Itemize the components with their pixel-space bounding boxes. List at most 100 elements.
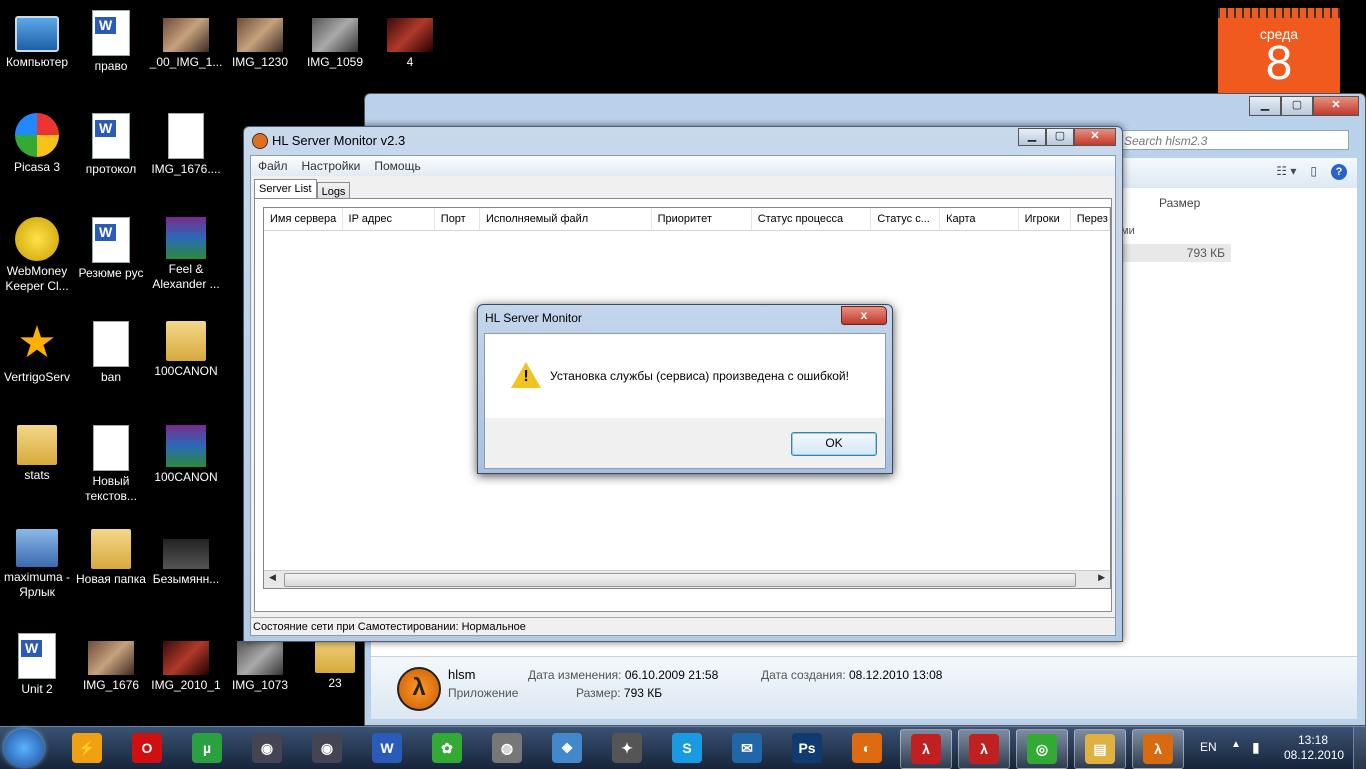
- taskbar-button[interactable]: ◉: [242, 729, 292, 767]
- desktop-icon[interactable]: Резюме рус: [74, 217, 148, 281]
- desktop-icon[interactable]: IMG_1230: [223, 10, 297, 70]
- details-created: Дата создания: 08.12.2010 13:08: [761, 668, 942, 682]
- file-size-cell[interactable]: 793 КБ: [1121, 244, 1231, 262]
- maximize-button[interactable]: ▢: [1281, 96, 1313, 116]
- menu-help[interactable]: Помощь: [374, 156, 420, 176]
- menu-file[interactable]: Файл: [258, 156, 288, 176]
- desktop-icon[interactable]: Picasa 3: [0, 113, 74, 175]
- details-created-value: 08.12.2010 13:08: [849, 668, 943, 682]
- ok-button[interactable]: OK: [791, 432, 877, 456]
- desktop-icon[interactable]: Новый текстов...: [74, 425, 148, 504]
- column-header[interactable]: Статус с...: [871, 208, 941, 230]
- desktop-icon-label: stats: [24, 468, 50, 482]
- taskbar-button[interactable]: λ: [1132, 729, 1184, 769]
- desktop-icon[interactable]: Новая папка: [74, 529, 148, 587]
- calendar-gadget[interactable]: среда 8: [1218, 8, 1340, 98]
- desktop-icon[interactable]: Компьютер: [0, 10, 74, 70]
- photo-icon: [237, 641, 283, 675]
- close-button[interactable]: ✕: [1074, 128, 1116, 146]
- taskbar-button[interactable]: ✿: [422, 729, 472, 767]
- taskbar-button[interactable]: S: [662, 729, 712, 767]
- desktop-icon[interactable]: stats: [0, 425, 74, 483]
- utorrent-icon: µ: [192, 733, 222, 763]
- desktop-icon-label: _00_IMG_1...: [149, 55, 223, 69]
- preview-pane-icon[interactable]: ▯: [1310, 164, 1317, 180]
- column-header[interactable]: Исполняемый файл: [480, 208, 652, 230]
- taskbar-button[interactable]: λ: [900, 729, 952, 769]
- tray-network-icon[interactable]: ▮: [1252, 739, 1260, 756]
- explorer-caption-buttons: ▁ ▢ ✕: [1249, 96, 1359, 116]
- desktop-icon[interactable]: IMG_1059: [298, 10, 372, 70]
- details-size-label: Размер:: [576, 686, 621, 700]
- desktop-icon[interactable]: WebMoney Keeper Cl...: [0, 217, 74, 294]
- desktop-icon-label: Picasa 3: [13, 160, 61, 174]
- icq-icon: ✿: [432, 733, 462, 763]
- column-header[interactable]: IP адрес: [343, 208, 435, 230]
- maximize-button[interactable]: ▢: [1046, 128, 1074, 146]
- close-button[interactable]: ✕: [1313, 96, 1359, 116]
- taskbar-button[interactable]: ▤: [1074, 729, 1126, 769]
- taskbar-button[interactable]: Ps: [782, 729, 832, 767]
- column-header[interactable]: Имя сервера: [264, 208, 343, 230]
- column-header-size[interactable]: Размер: [1159, 196, 1200, 210]
- desktop-icon-label: Безымянн...: [152, 572, 220, 586]
- taskbar-button[interactable]: ◉: [302, 729, 352, 767]
- view-options-icon[interactable]: ☷ ▾: [1276, 164, 1296, 180]
- desktop-icon[interactable]: _00_IMG_1...: [149, 10, 223, 70]
- language-indicator[interactable]: EN: [1200, 740, 1217, 754]
- desktop-icon[interactable]: maximuma - Ярлык: [0, 529, 74, 600]
- desktop-icon[interactable]: 100CANON: [149, 425, 223, 485]
- desktop-icon[interactable]: IMG_2010_1: [149, 633, 223, 693]
- taskbar-button[interactable]: ✉: [722, 729, 772, 767]
- scrollbar-thumb[interactable]: [284, 573, 1076, 587]
- desktop-icon[interactable]: 100CANON: [149, 321, 223, 379]
- clock[interactable]: 13:18 08.12.2010: [1284, 733, 1344, 763]
- tab-server-list[interactable]: Server List: [254, 179, 317, 199]
- menu-settings[interactable]: Настройки: [302, 156, 361, 176]
- taskbar-button[interactable]: ✦: [602, 729, 652, 767]
- column-header[interactable]: Игроки: [1019, 208, 1071, 230]
- search-input[interactable]: Search hlsm2.3: [1119, 130, 1349, 150]
- desktop-icon[interactable]: Feel & Alexander ...: [149, 217, 223, 292]
- desktop-icon[interactable]: протокол: [74, 113, 148, 177]
- column-header[interactable]: Порт: [435, 208, 480, 230]
- messenger-icon: ✉: [732, 733, 762, 763]
- taskbar-button[interactable]: λ: [958, 729, 1010, 769]
- desktop-icon[interactable]: ★ VertrigoServ: [0, 321, 74, 385]
- desktop-icon[interactable]: IMG_1676: [74, 633, 148, 693]
- scroll-right-icon[interactable]: ▶: [1098, 572, 1105, 583]
- minimize-button[interactable]: ▁: [1018, 128, 1046, 146]
- taskbar-button[interactable]: ◎: [1016, 729, 1068, 769]
- desktop-icon[interactable]: право: [74, 10, 148, 74]
- desktop-icon[interactable]: ban: [74, 321, 148, 385]
- rar-icon: [166, 217, 206, 259]
- error-dialog[interactable]: HL Server Monitor x ! Установка службы (…: [477, 304, 893, 474]
- taskbar-button[interactable]: O: [122, 729, 172, 767]
- taskbar-button[interactable]: W: [362, 729, 412, 767]
- network-icon: [16, 529, 58, 567]
- column-header[interactable]: Перез: [1071, 208, 1110, 230]
- start-button[interactable]: [4, 729, 44, 767]
- tray-expand-icon[interactable]: ▲: [1231, 739, 1241, 750]
- dialog-close-button[interactable]: x: [841, 306, 887, 325]
- help-icon[interactable]: ?: [1331, 164, 1347, 180]
- taskbar-button[interactable]: ◍: [482, 729, 532, 767]
- taskbar-button[interactable]: µ: [182, 729, 232, 767]
- desktop-icon[interactable]: IMG_1073: [223, 633, 297, 693]
- desktop-icon[interactable]: Безымянн...: [149, 529, 223, 587]
- desktop-icon[interactable]: 4: [373, 10, 447, 70]
- scroll-left-icon[interactable]: ◀: [269, 572, 276, 583]
- column-header[interactable]: Приоритет: [652, 208, 752, 230]
- photoshop-icon: Ps: [792, 733, 822, 763]
- taskbar-button[interactable]: ❖: [542, 729, 592, 767]
- column-header[interactable]: Карта: [940, 208, 1019, 230]
- horizontal-scrollbar[interactable]: ◀ ▶: [264, 570, 1110, 588]
- taskbar-button[interactable]: ⚡: [62, 729, 112, 767]
- taskbar-button[interactable]: ◐: [842, 729, 892, 767]
- minimize-button[interactable]: ▁: [1249, 96, 1281, 116]
- column-header[interactable]: Статус процесса: [752, 208, 872, 230]
- details-size-value: 793 КБ: [623, 686, 663, 700]
- show-desktop-button[interactable]: [1353, 727, 1366, 769]
- desktop-icon[interactable]: Unit 2: [0, 633, 74, 697]
- desktop-icon[interactable]: IMG_1676....: [149, 113, 223, 177]
